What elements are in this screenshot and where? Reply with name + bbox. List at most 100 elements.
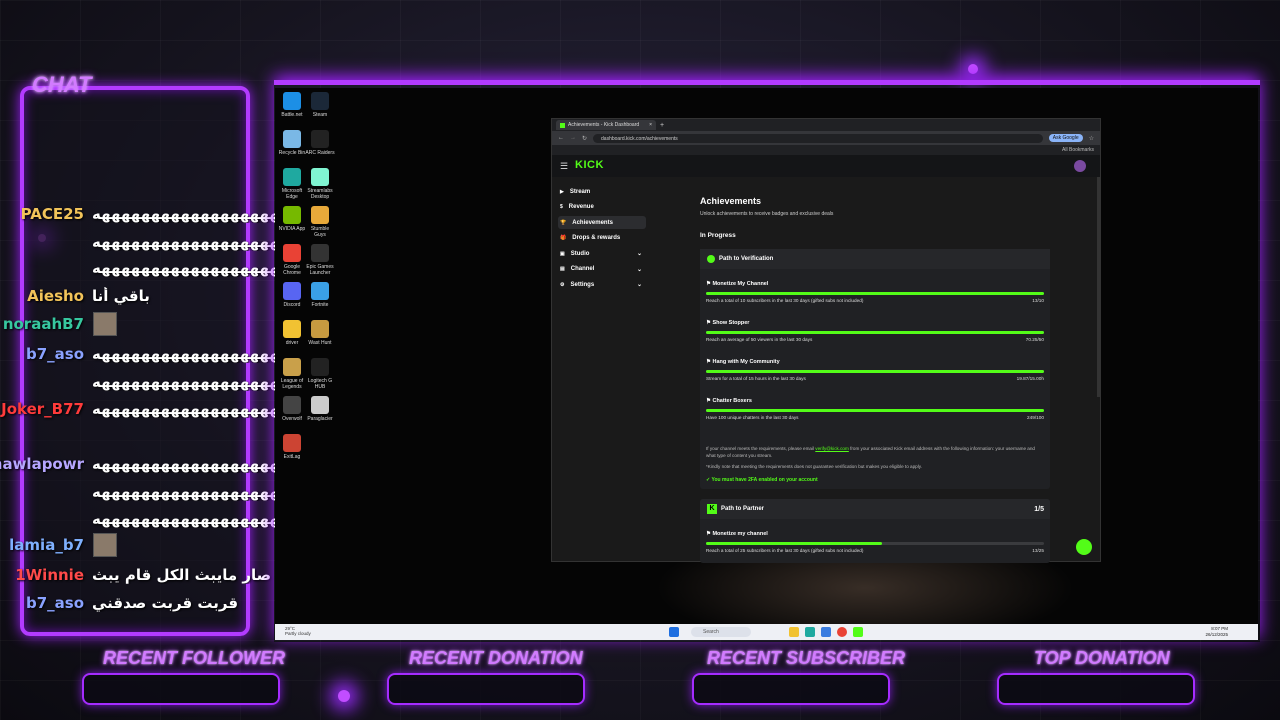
desktop-icon[interactable]: Overwolf [277,396,307,422]
desktop-icon[interactable]: Battle.net [277,92,307,118]
address-bar: ← → ↻ dashboard.kick.com/achievements As… [552,131,1100,145]
sidebar-item-studio[interactable]: ▣ Studio ⌄ [558,247,646,260]
progress-bar [706,292,1044,295]
achievement-task: ⚑ Monetize my channel Reach a total of 25… [706,531,1044,553]
url-input[interactable]: dashboard.kick.com/achievements [593,133,1043,143]
desktop-icon[interactable]: driver [277,320,307,346]
file-explorer-icon[interactable] [789,627,799,637]
all-bookmarks[interactable]: All Bookmarks [1062,147,1094,153]
task-title: ⚑ Monetize My Channel [706,281,769,287]
desktop-icon[interactable]: ARC Raiders [305,130,335,156]
sidebar-item-revenue[interactable]: $ Revenue [558,201,646,214]
chevron-down-icon[interactable]: ⌄ [637,250,642,257]
menu-icon[interactable]: ☰ [560,161,568,172]
desktop-icon[interactable]: Streamlabs Desktop [305,168,335,200]
streamlabs-icon[interactable] [853,627,863,637]
scrollbar[interactable] [1097,177,1100,397]
desktop-icon[interactable]: Discord [277,282,307,308]
desktop-icon[interactable]: Wast Hunt [305,320,335,346]
sidebar-item-label: Studio [570,250,590,257]
sidebar-item-label: Drops & rewards [572,235,621,241]
verification-note: If your channel meets the requirements, … [706,445,1044,459]
chat-username: b7_aso [25,594,84,612]
ask-google-button[interactable]: Ask Google [1048,134,1083,142]
forward-icon[interactable]: → [570,135,576,141]
desktop-icon[interactable]: Microsoft Edge [277,168,307,200]
chat-username: 1Winnie [15,566,84,584]
sidebar-item-settings[interactable]: ⚙ Settings ⌄ [558,278,646,291]
task-value: 13/25 [1032,548,1044,553]
app-icon [283,396,301,414]
app-icon [283,168,301,186]
desktop-icon[interactable]: Google Chrome [277,244,307,276]
sidebar-item-channel[interactable]: ▤ Channel ⌄ [558,263,646,276]
desktop-icon[interactable]: Fortnite [305,282,335,308]
tab-title: Achievements - Kick Dashboard [568,122,640,128]
desktop-icon[interactable]: League of Legends [277,358,307,390]
chevron-down-icon[interactable]: ⌄ [637,281,642,288]
windows-start-icon[interactable] [669,627,679,637]
sidebar-item-achievements[interactable]: 🏆 Achievements [558,216,646,229]
desktop-icon[interactable]: Stumble Guys [305,206,335,238]
glow-light [968,64,978,74]
partner-header[interactable]: K Path to Partner 1/5 [700,499,1050,519]
taskbar-search[interactable]: Search [691,627,751,637]
chat-username: hawlapowr [0,455,84,473]
close-icon[interactable]: × [649,122,652,128]
achievement-task: ⚑ Chatter Boxers Have 100 unique chatters… [706,398,1044,420]
edge-icon[interactable] [805,627,815,637]
desktop-icon-label: Streamlabs Desktop [307,188,333,200]
desktop-icon[interactable]: Epic Games Launcher [305,244,335,276]
verify-email-link[interactable]: verify@kick.com [815,446,849,451]
kick-header: ☰ KICK [552,155,1100,177]
chevron-down-icon[interactable]: ⌄ [637,266,642,273]
desktop-icon[interactable]: Paraglacier [305,396,335,422]
task-value: 249/100 [1027,415,1044,420]
progress-bar [706,409,1044,412]
recent-donation-box [387,673,585,705]
chat-username: PACE25 [20,205,84,223]
weather-desc: Partly cloudy [285,631,311,636]
desktop-icon[interactable]: Recycle Bin [277,130,307,156]
progress-bar [706,331,1044,334]
achievement-task: ⚑ Monetize My Channel Reach a total of 10… [706,281,1044,303]
sidebar-item-stream[interactable]: ▶ Stream [558,185,646,198]
app-icon [311,130,329,148]
browser-window[interactable]: Achievements - Kick Dashboard × + ← → ↻ … [551,118,1101,563]
twofa-text: You must have 2FA enabled on your accoun… [711,477,818,483]
chat-fab-button[interactable] [1076,539,1092,555]
desktop-icon-label: Stumble Guys [310,226,330,238]
app-icon [283,244,301,262]
desktop-icon[interactable]: Steam [305,92,335,118]
avatar[interactable] [1074,160,1086,172]
desktop-icon-label: ExitLag [283,454,301,460]
sidebar-item-icon: 🏆 [560,219,567,226]
chat-username: lamia_b7 [9,536,84,554]
recent-follower-box [82,673,280,705]
desktop-icon-label: Wast Hunt [308,340,332,346]
desktop-icon[interactable]: Logitech G HUB [305,358,335,390]
verification-card: Path to Verification ⚑ Monetize My Chann… [700,249,1050,489]
desktop-icon[interactable]: NVIDIA App [277,206,307,232]
progress-fill [706,409,1044,412]
chrome-icon[interactable] [837,627,847,637]
new-tab-icon[interactable]: + [660,122,664,129]
clock[interactable]: 8:07 PM 26/12/2025 [1205,626,1228,638]
weather-widget[interactable]: 29°C Partly cloudy [285,626,311,636]
chat-username: noraahB7 [2,315,84,333]
store-icon[interactable] [821,627,831,637]
kick-logo[interactable]: KICK [575,159,604,171]
verification-header[interactable]: Path to Verification [700,249,1050,269]
desktop-icon-label: Google Chrome [283,264,301,276]
chat-title: CHAT [32,72,92,97]
sidebar-item-drops-rewards[interactable]: 🎁 Drops & rewards [558,232,646,245]
back-icon[interactable]: ← [558,135,564,141]
bookmarks-bar: All Bookmarks [552,145,1100,155]
browser-tab[interactable]: Achievements - Kick Dashboard × [556,120,656,130]
star-icon[interactable]: ☆ [1089,135,1094,142]
reload-icon[interactable]: ↻ [582,135,587,142]
desktop-icon[interactable]: ExitLag [277,434,307,460]
recent-subscriber-box [692,673,890,705]
sidebar-item-label: Settings [570,281,595,288]
top-donation-box [997,673,1195,705]
